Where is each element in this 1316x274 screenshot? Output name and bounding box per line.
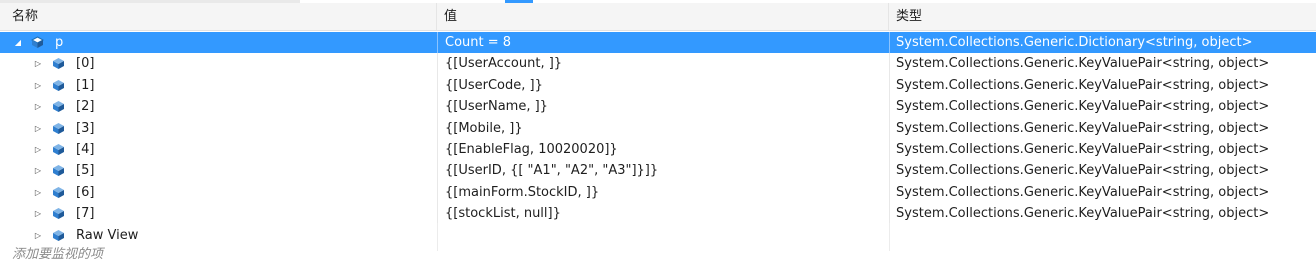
item-name: [0] [76, 56, 95, 72]
type-cell: System.Collections.Generic.KeyValuePair<… [889, 181, 1316, 204]
value-cell: {[UserAccount, ]} [437, 53, 889, 75]
name-cell: ▷ [1] [0, 75, 437, 96]
value-cell: {[Mobile, ]} [437, 117, 889, 139]
item-name: [3] [76, 120, 95, 136]
item-name: [5] [76, 163, 95, 179]
watch-row-root[interactable]: ◢ p Count = 8 System.Collections.Generic… [0, 32, 1316, 54]
expand-arrow-icon[interactable]: ▷ [33, 96, 43, 117]
object-icon [53, 165, 64, 177]
watch-rows: ◢ p Count = 8 System.Collections.Generic… [0, 32, 1316, 246]
type-cell: System.Collections.Generic.KeyValuePair<… [889, 96, 1316, 118]
value-cell: {[UserCode, ]} [437, 74, 889, 97]
value-cell: Count = 8 [437, 32, 889, 54]
type-cell: System.Collections.Generic.KeyValuePair<… [889, 117, 1316, 139]
type-cell: System.Collections.Generic.Dictionary<st… [889, 32, 1316, 54]
name-cell: ▷ [4] [0, 139, 437, 160]
value-cell: {[EnableFlag, 10020020]} [437, 138, 889, 161]
object-icon [53, 58, 64, 70]
value-cell: {[UserName, ]} [437, 96, 889, 118]
watch-row[interactable]: ▷ [2] {[UserName, ]} System.Collections.… [0, 96, 1316, 118]
object-icon [31, 36, 44, 48]
item-name: [1] [76, 77, 95, 93]
name-cell: ▷ [2] [0, 96, 437, 117]
watch-row-raw-view[interactable]: ▷ Raw View [0, 225, 1316, 246]
add-watch-input[interactable]: 添加要监视的项 [12, 243, 103, 262]
value-cell: {[UserID, {[ "A1", "A2", "A3"]}]} [437, 160, 889, 182]
watch-row[interactable]: ▷ [7] {[stockList, null]} System.Collect… [0, 203, 1316, 225]
expand-arrow-icon[interactable]: ▷ [33, 75, 43, 96]
object-icon [53, 186, 64, 198]
watch-row[interactable]: ▷ [6] {[mainForm.StockID, ]} System.Coll… [0, 181, 1316, 204]
object-icon [53, 143, 64, 155]
type-cell: System.Collections.Generic.KeyValuePair<… [889, 74, 1316, 97]
expand-arrow-icon[interactable]: ▷ [33, 182, 43, 203]
column-header-type[interactable]: 类型 [889, 3, 1316, 30]
name-cell: ▷ [3] [0, 118, 437, 139]
type-cell: System.Collections.Generic.KeyValuePair<… [889, 138, 1316, 161]
name-cell: ▷ [5] [0, 160, 437, 181]
value-cell: {[mainForm.StockID, ]} [437, 181, 889, 204]
object-icon [53, 79, 64, 91]
watch-row[interactable]: ▷ [1] {[UserCode, ]} System.Collections.… [0, 74, 1316, 97]
name-cell: ◢ p [0, 32, 437, 53]
expand-arrow-icon[interactable]: ▷ [33, 160, 43, 181]
column-header-value[interactable]: 值 [437, 3, 889, 30]
watch-header: 名称 值 类型 [0, 3, 1316, 31]
watch-row[interactable]: ▷ [0] {[UserAccount, ]} System.Collectio… [0, 53, 1316, 75]
variable-name: p [55, 35, 64, 50]
item-name: [6] [76, 184, 95, 200]
object-icon [53, 101, 64, 113]
item-name: [4] [76, 141, 95, 157]
expand-arrow-icon[interactable]: ▷ [33, 139, 43, 160]
object-icon [53, 122, 64, 134]
watch-row[interactable]: ▷ [5] {[UserID, {[ "A1", "A2", "A3"]}]} … [0, 160, 1316, 182]
collapse-arrow-icon[interactable]: ◢ [13, 32, 23, 53]
child-rows: ▷ [0] {[UserAccount, ]} System.Collectio… [0, 53, 1316, 246]
expand-arrow-icon[interactable]: ▷ [33, 118, 43, 139]
name-cell: ▷ [0] [0, 53, 437, 74]
name-cell: ▷ [6] [0, 182, 437, 203]
value-cell: {[stockList, null]} [437, 203, 889, 225]
column-header-name[interactable]: 名称 [0, 3, 437, 30]
type-cell: System.Collections.Generic.KeyValuePair<… [889, 160, 1316, 182]
expand-arrow-icon[interactable]: ▷ [33, 203, 43, 224]
watch-row[interactable]: ▷ [4] {[EnableFlag, 10020020]} System.Co… [0, 138, 1316, 161]
column-divider [437, 223, 438, 251]
type-cell: System.Collections.Generic.KeyValuePair<… [889, 203, 1316, 225]
type-cell: System.Collections.Generic.KeyValuePair<… [889, 53, 1316, 75]
item-name: [7] [76, 206, 95, 222]
object-icon [53, 229, 64, 241]
item-name: [2] [76, 99, 95, 115]
name-cell: ▷ [7] [0, 203, 437, 224]
column-divider [889, 223, 890, 251]
expand-arrow-icon[interactable]: ▷ [33, 53, 43, 74]
object-icon [53, 208, 64, 220]
watch-row[interactable]: ▷ [3] {[Mobile, ]} System.Collections.Ge… [0, 117, 1316, 139]
